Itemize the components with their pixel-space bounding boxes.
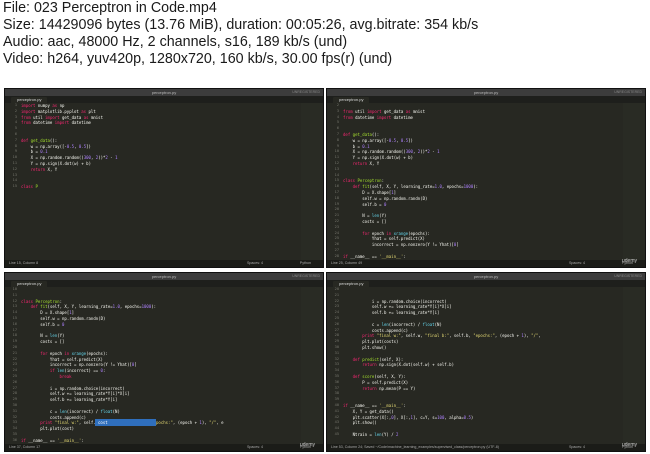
line-number: 28 — [334, 253, 339, 258]
minimap[interactable] — [301, 287, 323, 444]
udemy-watermark: udemy — [622, 258, 638, 264]
code-line[interactable]: class P — [21, 184, 319, 190]
udemy-watermark: udemy — [622, 442, 638, 448]
minimap[interactable] — [623, 103, 645, 260]
code-line[interactable]: Ntrain = len(Y) / 2 — [343, 432, 641, 438]
line-number: 45 — [334, 431, 339, 436]
info-size: Size: 14429096 bytes (13.76 MiB), durati… — [3, 17, 479, 33]
line-gutter: 20 21 22 23 24 25 26 27 28 29 30 31 32 33 34 35 36 37 38 39… — [327, 287, 341, 444]
window-titlebar: perceptron.py UNREGISTERED — [5, 89, 323, 96]
minimap[interactable] — [623, 287, 645, 444]
info-video: Video: h264, yuv420p, 1280x720, 160 kb/s… — [3, 51, 393, 67]
window-title: perceptron.py — [151, 90, 177, 95]
code-area[interactable]: from util import get_data as mnist from d… — [343, 103, 641, 260]
status-spaces[interactable]: Spaces: 4 — [247, 260, 263, 267]
status-language[interactable]: Python — [300, 260, 311, 267]
editor-panel-2: perceptron.py UNREGISTERED perceptron.py … — [326, 88, 646, 268]
status-position: Line 15, Column 8 — [9, 261, 39, 265]
unregistered-label: UNREGISTERED — [292, 90, 320, 94]
code-area[interactable]: class Perceptron: def fit(self, X, Y, le… — [21, 287, 319, 444]
status-bar: Line 25, Column 49 Spaces: 4 Python — [327, 260, 645, 267]
line-gutter: 1 2 3 4 5 6 7 8 9 10 11 12 13 14 15 — [5, 103, 19, 260]
status-spaces[interactable]: Spaces: 4 — [247, 444, 263, 451]
udemy-watermark: udemy — [300, 442, 316, 448]
code-editor[interactable]: 20 21 22 23 24 25 26 27 28 29 30 31 32 33 34 35 36 37 38 39… — [327, 287, 645, 444]
status-spaces[interactable]: Spaces: 4 — [569, 444, 585, 451]
minimap[interactable] — [301, 103, 323, 260]
code-line[interactable]: if __name__ == '__main__': — [343, 254, 641, 260]
editor-panel-3: perceptron.py UNREGISTERED perceptron.py … — [4, 272, 324, 452]
line-gutter: 10 11 12 13 14 15 16 17 18 19 20 21 22 23 24 25 26 27 28 29… — [5, 287, 19, 444]
code-line[interactable]: if __name__ == '__main__': — [21, 438, 319, 444]
line-number: 15 — [12, 184, 17, 189]
editor-panel-1: perceptron.py UNREGISTERED perceptron.py … — [4, 88, 324, 268]
info-file: File: 023 Perceptron in Code.mp4 — [3, 0, 217, 16]
status-spaces[interactable]: Spaces: 4 — [569, 260, 585, 267]
status-bar: Line 53, Column 24; Saved ~/Code/machine… — [327, 444, 645, 451]
code-area[interactable]: import numpy as np import matplotlib.pypl… — [21, 103, 319, 260]
status-bar: Line 37, Column 17 Spaces: 4 Python — [5, 444, 323, 451]
code-area[interactable]: i = np.random.choice(incorrect) self.w +… — [343, 287, 641, 444]
status-position: Line 37, Column 17 — [9, 445, 41, 449]
window-titlebar: perceptron.py UNREGISTERED — [327, 273, 645, 280]
unregistered-label: UNREGISTERED — [614, 90, 642, 94]
info-audio: Audio: aac, 48000 Hz, 2 channels, s16, 1… — [3, 34, 348, 50]
unregistered-label: UNREGISTERED — [614, 274, 642, 278]
code-editor[interactable]: 10 11 12 13 14 15 16 17 18 19 20 21 22 23 24 25 26 27 28 29… — [5, 287, 323, 444]
status-position: Line 53, Column 24; Saved ~/Code/machine… — [331, 445, 499, 449]
line-number: 36 — [12, 437, 17, 442]
window-titlebar: perceptron.py UNREGISTERED — [5, 273, 323, 280]
code-editor[interactable]: 1 2 3 4 5 6 7 8 9 10 11 12 13 14 15 import numpy as np… — [5, 103, 323, 260]
video-info: File: 023 Perceptron in Code.mp4 Size: 1… — [3, 0, 643, 68]
window-title: perceptron.py — [473, 274, 499, 279]
tab-bar: perceptron.py — [5, 280, 323, 287]
autocomplete-popup[interactable]: cost — [95, 419, 156, 426]
window-title: perceptron.py — [151, 274, 177, 279]
unregistered-label: UNREGISTERED — [292, 274, 320, 278]
code-editor[interactable]: 2 3 4 5 6 7 8 9 10 11 12 13 14 15 16 17 18 19 20 21 22 23 24 25… — [327, 103, 645, 260]
tab-bar: perceptron.py — [5, 96, 323, 103]
tab-bar: perceptron.py — [327, 96, 645, 103]
status-position: Line 25, Column 49 — [331, 261, 363, 265]
line-gutter: 2 3 4 5 6 7 8 9 10 11 12 13 14 15 16 17 18 19 20 21 22 23 24 25… — [327, 103, 341, 260]
status-bar: Line 15, Column 8 Spaces: 4 Python — [5, 260, 323, 267]
window-titlebar: perceptron.py UNREGISTERED — [327, 89, 645, 96]
editor-panel-4: perceptron.py UNREGISTERED perceptron.py … — [326, 272, 646, 452]
window-title: perceptron.py — [473, 90, 499, 95]
tab-bar: perceptron.py — [327, 280, 645, 287]
